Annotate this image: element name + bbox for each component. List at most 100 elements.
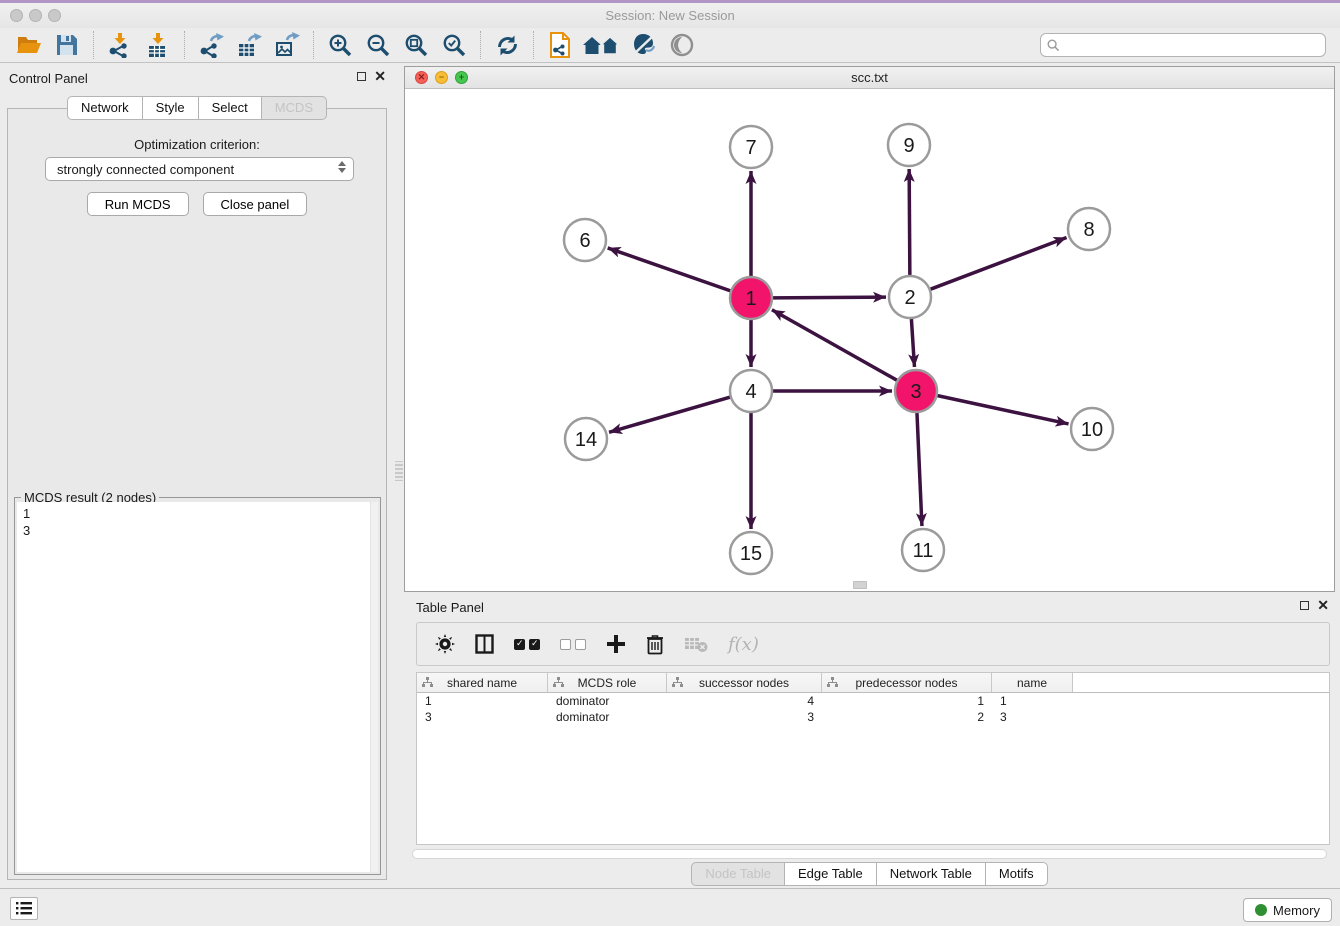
tab-style[interactable]: Style [142,96,199,120]
optimization-criterion-label: Optimization criterion: [8,137,386,152]
table-toolbar: f(x) [416,622,1330,666]
select-all-icon[interactable] [514,631,540,657]
close-panel-icon[interactable]: ✕ [374,71,386,81]
toolbar-separator [480,31,481,59]
table-cell: 3 [667,709,822,725]
float-panel-icon[interactable] [357,72,366,81]
graphics-details-icon[interactable] [625,29,663,61]
tab-network[interactable]: Network [67,96,143,120]
status-bar: Memory [0,888,1340,926]
table-tab-edge-table[interactable]: Edge Table [784,862,877,886]
graph-edge-1-2[interactable] [773,297,886,298]
eye-icon[interactable] [663,29,701,61]
delete-column-trash-icon[interactable] [646,631,664,657]
graph-node-label-7: 7 [745,137,756,159]
table-panel-tabs: Node TableEdge TableNetwork TableMotifs [404,862,1335,886]
graph-edge-2-9[interactable] [909,169,910,275]
close-panel-button[interactable]: Close panel [203,192,308,216]
zoom-out-icon[interactable] [359,29,397,61]
mcds-result-textarea[interactable]: 1 3 [17,502,378,872]
table-row[interactable]: 1dominator411 [417,693,1329,709]
run-mcds-button[interactable]: Run MCDS [87,192,189,216]
session-title: Session: New Session [0,8,1340,23]
zoom-fit-icon[interactable] [397,29,435,61]
graph-edge-2-8[interactable] [931,238,1067,290]
float-table-panel-icon[interactable] [1300,601,1309,610]
graph-node-label-14: 14 [575,429,597,451]
graph-edge-4-14[interactable] [609,397,730,432]
optimization-criterion-value: strongly connected component [57,162,234,177]
table-horizontal-scrollbar[interactable] [412,849,1327,859]
search-icon [1047,39,1060,52]
app-titlebar: Session: New Session [0,3,1340,28]
search-input[interactable] [1064,37,1325,54]
column-header-successor-nodes[interactable]: successor nodes [667,673,822,692]
home-view-icon[interactable] [579,29,625,61]
table-cell: 3 [992,709,1073,725]
graph-edge-1-6[interactable] [608,248,731,291]
graph-edge-3-10[interactable] [938,396,1069,424]
column-header-predecessor-nodes[interactable]: predecessor nodes [822,673,992,692]
table-cell: 1 [822,693,992,709]
refresh-icon[interactable] [488,29,526,61]
node-table-header: shared nameMCDS rolesuccessor nodesprede… [417,673,1329,693]
zoom-in-icon[interactable] [321,29,359,61]
delete-table-icon[interactable] [684,631,708,657]
column-header-shared-name[interactable]: shared name [417,673,548,692]
control-panel-title: Control Panel [9,71,88,86]
main-toolbar [0,28,1340,63]
optimization-criterion-select[interactable]: strongly connected component [45,157,354,181]
search-field[interactable] [1040,33,1326,57]
open-session-icon[interactable] [10,29,48,61]
task-history-button[interactable] [10,897,38,920]
table-cell: dominator [548,693,667,709]
node-table[interactable]: shared nameMCDS rolesuccessor nodesprede… [416,672,1330,845]
table-settings-gear-icon[interactable] [435,631,455,657]
memory-button[interactable]: Memory [1243,898,1332,922]
table-cell: 1 [417,693,548,709]
table-panel: Table Panel ✕ f(x) shared nameMCDS roles… [404,596,1335,886]
table-tab-motifs[interactable]: Motifs [985,862,1048,886]
table-tab-node-table[interactable]: Node Table [691,862,785,886]
graph-node-label-6: 6 [579,230,590,252]
graph-edge-2-3[interactable] [911,319,914,367]
save-session-icon[interactable] [48,29,86,61]
close-table-panel-icon[interactable]: ✕ [1317,600,1329,610]
import-network-icon[interactable] [101,29,139,61]
network-window-titlebar[interactable]: ✕ − + scc.txt [405,67,1334,89]
vertical-splitter-grip[interactable] [395,461,403,481]
graph-node-label-10: 10 [1081,419,1103,441]
graph-node-label-4: 4 [745,381,756,403]
column-header-name[interactable]: name [992,673,1073,692]
table-cell: 3 [417,709,548,725]
result-scrollbar[interactable] [370,502,378,872]
tab-mcds[interactable]: MCDS [261,96,327,120]
mcds-result-group: MCDS result (2 nodes) 1 3 [14,497,381,875]
import-table-icon[interactable] [139,29,177,61]
graph-node-label-15: 15 [740,543,762,565]
graph-edge-3-11[interactable] [917,413,922,526]
function-builder-icon[interactable]: f(x) [728,631,759,657]
tab-select[interactable]: Select [198,96,262,120]
table-tab-network-table[interactable]: Network Table [876,862,986,886]
export-image-icon[interactable] [268,29,306,61]
graph-node-label-3: 3 [910,381,921,403]
export-table-icon[interactable] [230,29,268,61]
horizontal-splitter-grip[interactable] [853,581,867,589]
table-row[interactable]: 3dominator323 [417,709,1329,725]
table-cell: 1 [992,693,1073,709]
mcds-panel-body: Optimization criterion: strongly connect… [7,108,387,880]
network-canvas[interactable]: 7968124314101511 [405,89,1334,591]
column-selector-icon[interactable] [475,631,494,657]
copy-style-icon[interactable] [541,29,579,61]
toolbar-separator [184,31,185,59]
graph-edge-3-1[interactable] [772,310,897,380]
network-view-window: ✕ − + scc.txt 7968124314101511 [404,66,1335,592]
zoom-selected-icon[interactable] [435,29,473,61]
column-header-MCDS-role[interactable]: MCDS role [548,673,667,692]
add-column-plus-icon[interactable] [606,631,626,657]
table-panel-title: Table Panel [416,600,484,615]
control-panel-tabs: NetworkStyleSelectMCDS [0,96,394,120]
deselect-all-icon[interactable] [560,631,586,657]
export-network-icon[interactable] [192,29,230,61]
